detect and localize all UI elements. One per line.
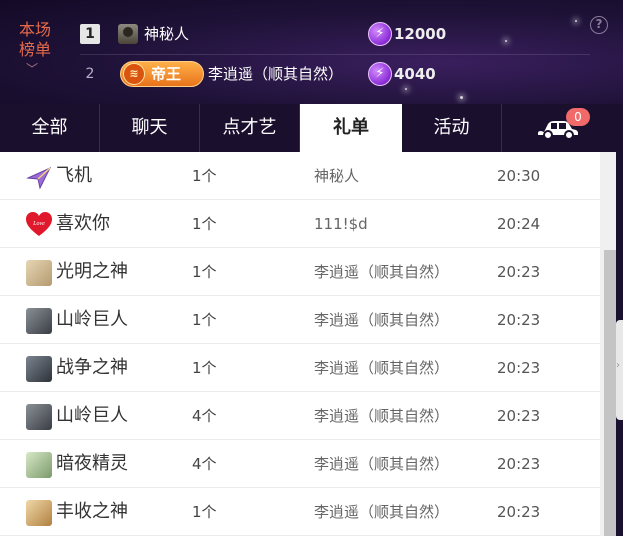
gift-count: 1个	[192, 359, 217, 377]
god-of-harvest-icon	[26, 500, 52, 526]
gift-count: 1个	[192, 215, 217, 233]
sparkle-decoration	[460, 96, 463, 99]
gift-name: 山岭巨人	[56, 405, 128, 426]
rank-number: 1	[80, 24, 100, 44]
gift-time: 20:30	[497, 167, 541, 185]
gift-list: 飞机 1个 神秘人 20:30 Love 喜欢你 1个 111!$d 20:24…	[0, 152, 616, 536]
list-item: 战争之神 1个 李逍遥（顺其自然） 20:23	[0, 344, 600, 392]
side-panel-handle[interactable]: ›	[616, 320, 623, 420]
gift-sender: 李逍遥（顺其自然）	[314, 503, 450, 521]
tab-chat[interactable]: 聊天	[100, 104, 200, 152]
gift-sender: 李逍遥（顺其自然）	[314, 311, 450, 329]
gift-time: 20:23	[497, 263, 541, 281]
list-item: 光明之神 1个 李逍遥（顺其自然） 20:23	[0, 248, 600, 296]
gift-sender: 神秘人	[314, 167, 360, 185]
rank-number: 2	[85, 66, 95, 82]
gift-name: 暗夜精灵	[56, 453, 128, 474]
night-elf-icon	[26, 452, 52, 478]
chevron-right-icon: ›	[616, 360, 620, 371]
airplane-icon	[26, 166, 52, 190]
gift-time: 20:23	[497, 311, 541, 329]
emperor-badge-icon: ≋	[123, 63, 145, 85]
avatar	[118, 24, 138, 44]
ranking-row[interactable]: 2 ≋ 帝王 李逍遥（顺其自然） ⚡ 4040	[80, 54, 590, 94]
emperor-badge: ≋ 帝王	[120, 61, 204, 87]
tab-gift-list[interactable]: 礼单	[300, 104, 402, 152]
gift-count: 1个	[192, 311, 217, 329]
ranking-title: 本场榜单	[18, 20, 51, 59]
coin-amount: 4040	[394, 65, 436, 83]
scrollbar-thumb[interactable]	[604, 250, 616, 536]
gift-name: 丰收之神	[56, 501, 128, 522]
mountain-giant-icon	[26, 308, 52, 334]
list-item: 山岭巨人 4个 李逍遥（顺其自然） 20:23	[0, 392, 600, 440]
ranking-user-name: 神秘人	[144, 25, 190, 43]
gift-sender: 111!$d	[314, 215, 368, 233]
chevron-down-icon[interactable]: ﹀	[26, 60, 38, 77]
gift-count: 1个	[192, 167, 217, 185]
gift-name: 光明之神	[56, 261, 128, 282]
god-of-light-icon	[26, 260, 52, 286]
svg-text:Love: Love	[32, 221, 45, 227]
lightning-coin-icon: ⚡	[368, 22, 392, 46]
list-item: 暗夜精灵 4个 李逍遥（顺其自然） 20:23	[0, 440, 600, 488]
mountain-giant-icon	[26, 404, 52, 430]
tab-bar: 全部 聊天 点才艺 礼单 活动 0	[0, 104, 623, 152]
list-item: 飞机 1个 神秘人 20:30	[0, 152, 600, 200]
list-item: 山岭巨人 1个 李逍遥（顺其自然） 20:23	[0, 296, 600, 344]
badge-label: 帝王	[151, 65, 182, 83]
gift-count: 1个	[192, 503, 217, 521]
gift-time: 20:23	[497, 359, 541, 377]
ranking-user-name: 李逍遥（顺其自然）	[208, 65, 344, 83]
gift-name: 战争之神	[56, 357, 128, 378]
gift-time: 20:23	[497, 455, 541, 473]
gift-name: 山岭巨人	[56, 309, 128, 330]
coin-amount: 12000	[394, 25, 447, 43]
tab-talent[interactable]: 点才艺	[200, 104, 300, 152]
gift-sender: 李逍遥（顺其自然）	[314, 359, 450, 377]
gift-time: 20:23	[497, 503, 541, 521]
lightning-coin-icon: ⚡	[368, 62, 392, 86]
gift-name: 喜欢你	[56, 213, 110, 234]
tab-all[interactable]: 全部	[0, 104, 100, 152]
gift-time: 20:24	[497, 215, 541, 233]
tab-activity[interactable]: 活动	[402, 104, 502, 152]
gift-count: 4个	[192, 407, 217, 425]
gift-sender: 李逍遥（顺其自然）	[314, 263, 450, 281]
list-item: 丰收之神 1个 李逍遥（顺其自然） 20:23	[0, 488, 600, 536]
notification-badge: 0	[566, 108, 590, 126]
heart-love-icon: Love	[26, 212, 52, 236]
god-of-war-icon	[26, 356, 52, 382]
gift-count: 4个	[192, 455, 217, 473]
gift-sender: 李逍遥（顺其自然）	[314, 455, 450, 473]
tab-car[interactable]: 0	[502, 104, 621, 152]
list-item: Love 喜欢你 1个 111!$d 20:24	[0, 200, 600, 248]
gift-time: 20:23	[497, 407, 541, 425]
gift-name: 飞机	[56, 165, 92, 186]
ranking-panel: 本场榜单 ﹀ ? 1 神秘人 ⚡ 12000 2 ≋ 帝王 李逍遥（顺其自然） …	[0, 0, 623, 104]
help-icon[interactable]: ?	[590, 16, 608, 34]
ranking-row[interactable]: 1 神秘人 ⚡ 12000	[80, 14, 590, 54]
gift-sender: 李逍遥（顺其自然）	[314, 407, 450, 425]
gift-count: 1个	[192, 263, 217, 281]
